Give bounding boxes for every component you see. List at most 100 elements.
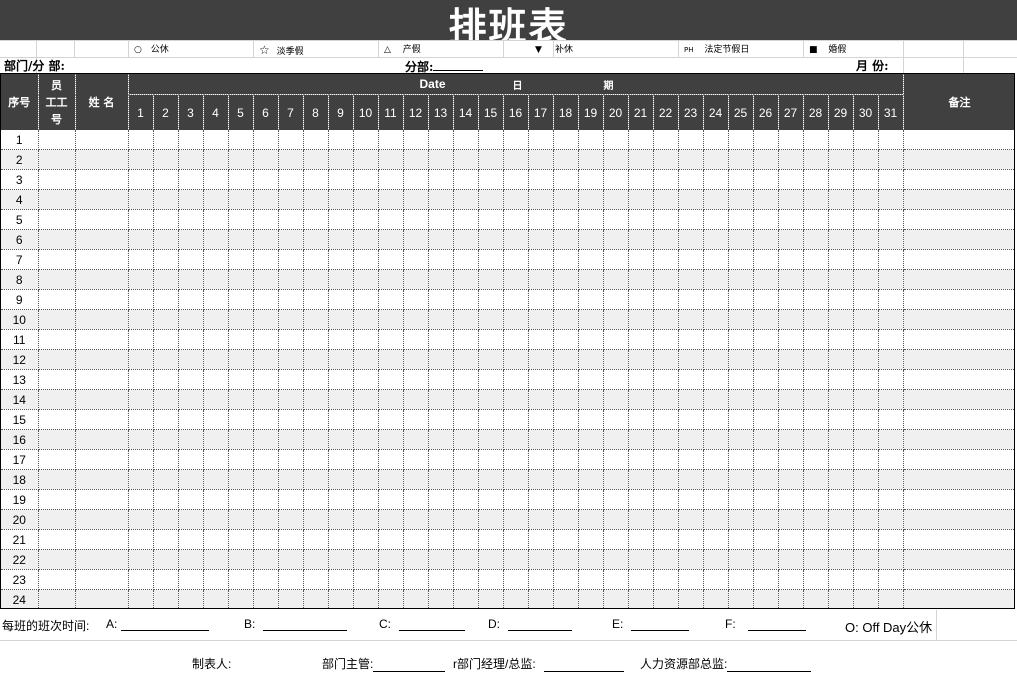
day-cell[interactable] bbox=[253, 509, 279, 530]
name-cell[interactable] bbox=[75, 149, 129, 170]
shift-d-field[interactable] bbox=[508, 618, 572, 631]
day-cell[interactable] bbox=[803, 489, 829, 510]
day-cell[interactable] bbox=[603, 409, 629, 430]
day-cell[interactable] bbox=[378, 369, 404, 390]
day-cell[interactable] bbox=[328, 189, 354, 210]
day-cell[interactable] bbox=[203, 130, 229, 150]
day-cell[interactable] bbox=[453, 229, 479, 250]
day-cell[interactable] bbox=[828, 269, 854, 290]
day-cell[interactable] bbox=[253, 329, 279, 350]
day-cell[interactable] bbox=[503, 130, 529, 150]
day-cell[interactable] bbox=[203, 409, 229, 430]
day-cell[interactable] bbox=[228, 429, 254, 450]
day-cell[interactable] bbox=[753, 429, 779, 450]
day-cell[interactable] bbox=[128, 409, 154, 430]
day-cell[interactable] bbox=[728, 209, 754, 230]
day-cell[interactable] bbox=[228, 389, 254, 410]
day-cell[interactable] bbox=[278, 549, 304, 570]
day-cell[interactable] bbox=[153, 369, 179, 390]
day-cell[interactable] bbox=[353, 369, 379, 390]
day-cell[interactable] bbox=[653, 269, 679, 290]
day-cell[interactable] bbox=[628, 329, 654, 350]
day-cell[interactable] bbox=[603, 229, 629, 250]
day-cell[interactable] bbox=[203, 569, 229, 590]
day-cell[interactable] bbox=[353, 289, 379, 310]
day-cell[interactable] bbox=[628, 349, 654, 370]
day-cell[interactable] bbox=[478, 309, 504, 330]
day-cell[interactable] bbox=[303, 329, 329, 350]
remark-cell[interactable] bbox=[903, 209, 1014, 230]
day-cell[interactable] bbox=[678, 489, 704, 510]
day-cell[interactable] bbox=[153, 409, 179, 430]
day-cell[interactable] bbox=[353, 249, 379, 270]
day-cell[interactable] bbox=[753, 169, 779, 190]
day-cell[interactable] bbox=[403, 189, 429, 210]
day-cell[interactable] bbox=[603, 189, 629, 210]
day-cell[interactable] bbox=[353, 549, 379, 570]
day-cell[interactable] bbox=[828, 489, 854, 510]
day-cell[interactable] bbox=[328, 269, 354, 290]
day-cell[interactable] bbox=[803, 389, 829, 410]
day-cell[interactable] bbox=[803, 189, 829, 210]
day-cell[interactable] bbox=[228, 269, 254, 290]
day-cell[interactable] bbox=[453, 389, 479, 410]
day-cell[interactable] bbox=[828, 289, 854, 310]
name-cell[interactable] bbox=[75, 529, 129, 550]
day-cell[interactable] bbox=[428, 189, 454, 210]
day-cell[interactable] bbox=[753, 549, 779, 570]
day-cell[interactable] bbox=[803, 369, 829, 390]
day-cell[interactable] bbox=[878, 149, 904, 170]
day-cell[interactable] bbox=[753, 329, 779, 350]
day-cell[interactable] bbox=[378, 549, 404, 570]
name-cell[interactable] bbox=[75, 389, 129, 410]
day-cell[interactable] bbox=[603, 289, 629, 310]
day-cell[interactable] bbox=[753, 149, 779, 170]
day-cell[interactable] bbox=[853, 229, 879, 250]
remark-cell[interactable] bbox=[903, 409, 1014, 430]
day-cell[interactable] bbox=[703, 329, 729, 350]
day-cell[interactable] bbox=[453, 209, 479, 230]
day-cell[interactable] bbox=[128, 389, 154, 410]
day-cell[interactable] bbox=[778, 529, 804, 550]
day-cell[interactable] bbox=[403, 249, 429, 270]
day-cell[interactable] bbox=[328, 529, 354, 550]
day-cell[interactable] bbox=[753, 130, 779, 150]
day-cell[interactable] bbox=[828, 149, 854, 170]
day-cell[interactable] bbox=[228, 409, 254, 430]
remark-cell[interactable] bbox=[903, 130, 1014, 150]
day-cell[interactable] bbox=[253, 189, 279, 210]
day-cell[interactable] bbox=[778, 569, 804, 590]
day-cell[interactable] bbox=[303, 209, 329, 230]
day-cell[interactable] bbox=[278, 369, 304, 390]
day-cell[interactable] bbox=[378, 569, 404, 590]
day-cell[interactable] bbox=[378, 289, 404, 310]
day-cell[interactable] bbox=[553, 409, 579, 430]
day-cell[interactable] bbox=[853, 389, 879, 410]
day-cell[interactable] bbox=[578, 189, 604, 210]
day-cell[interactable] bbox=[353, 189, 379, 210]
remark-cell[interactable] bbox=[903, 529, 1014, 550]
day-cell[interactable] bbox=[503, 209, 529, 230]
day-cell[interactable] bbox=[328, 169, 354, 190]
day-cell[interactable] bbox=[153, 229, 179, 250]
day-cell[interactable] bbox=[528, 369, 554, 390]
day-cell[interactable] bbox=[553, 349, 579, 370]
day-cell[interactable] bbox=[703, 289, 729, 310]
day-cell[interactable] bbox=[553, 189, 579, 210]
day-cell[interactable] bbox=[628, 269, 654, 290]
day-cell[interactable] bbox=[178, 529, 204, 550]
day-cell[interactable] bbox=[678, 249, 704, 270]
employee-id-cell[interactable] bbox=[38, 349, 76, 370]
day-cell[interactable] bbox=[803, 409, 829, 430]
day-cell[interactable] bbox=[453, 569, 479, 590]
day-cell[interactable] bbox=[403, 309, 429, 330]
day-cell[interactable] bbox=[303, 130, 329, 150]
day-cell[interactable] bbox=[428, 549, 454, 570]
day-cell[interactable] bbox=[803, 309, 829, 330]
shift-f-field[interactable] bbox=[747, 618, 806, 631]
day-cell[interactable] bbox=[503, 229, 529, 250]
day-cell[interactable] bbox=[853, 329, 879, 350]
day-cell[interactable] bbox=[478, 409, 504, 430]
day-cell[interactable] bbox=[453, 369, 479, 390]
day-cell[interactable] bbox=[528, 189, 554, 210]
